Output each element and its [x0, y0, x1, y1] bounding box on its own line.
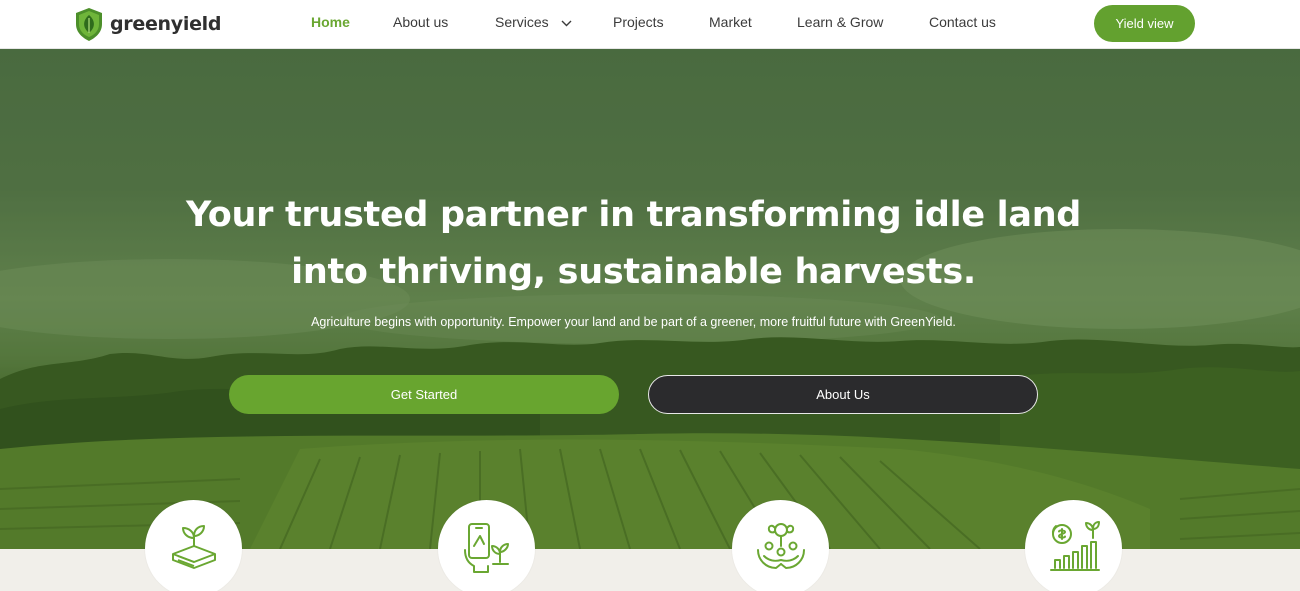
chevron-down-icon: [561, 20, 572, 27]
nav-services-label: Services: [495, 14, 549, 30]
brand-name: greenyield: [110, 13, 222, 35]
nav-projects[interactable]: Projects: [613, 14, 664, 30]
nav-learn-grow[interactable]: Learn & Grow: [797, 14, 883, 30]
growth-chart-dollar-icon: [1049, 521, 1100, 571]
nav-about-us[interactable]: About us: [393, 14, 448, 30]
hands-community-plant-icon: [756, 523, 805, 569]
about-us-button[interactable]: About Us: [648, 375, 1038, 414]
top-navbar: greenyield Home About us Services Projec…: [0, 0, 1300, 49]
hero-section: Your trusted partner in transforming idl…: [0, 49, 1300, 549]
feature-circle-2[interactable]: [438, 500, 535, 591]
hero-title-line-2: into thriving, sustainable harvests.: [291, 252, 976, 292]
seedling-box-icon: [171, 525, 216, 569]
nav-home[interactable]: Home: [311, 14, 350, 30]
nav-contact-us[interactable]: Contact us: [929, 14, 996, 30]
feature-circle-4[interactable]: [1025, 500, 1122, 591]
phone-plant-icon: [463, 523, 509, 573]
nav-services[interactable]: Services: [495, 14, 572, 30]
nav-market[interactable]: Market: [709, 14, 752, 30]
hero-title: Your trusted partner in transforming idl…: [150, 187, 1117, 301]
get-started-button[interactable]: Get Started: [229, 375, 619, 414]
feature-circle-1[interactable]: [145, 500, 242, 591]
leaf-shield-icon: [76, 8, 102, 41]
feature-circle-3[interactable]: [732, 500, 829, 591]
hero-subtitle: Agriculture begins with opportunity. Emp…: [311, 315, 956, 329]
yield-view-button[interactable]: Yield view: [1094, 5, 1195, 42]
brand-logo[interactable]: greenyield: [73, 6, 221, 42]
hero-title-line-1: Your trusted partner in transforming idl…: [185, 195, 1082, 235]
